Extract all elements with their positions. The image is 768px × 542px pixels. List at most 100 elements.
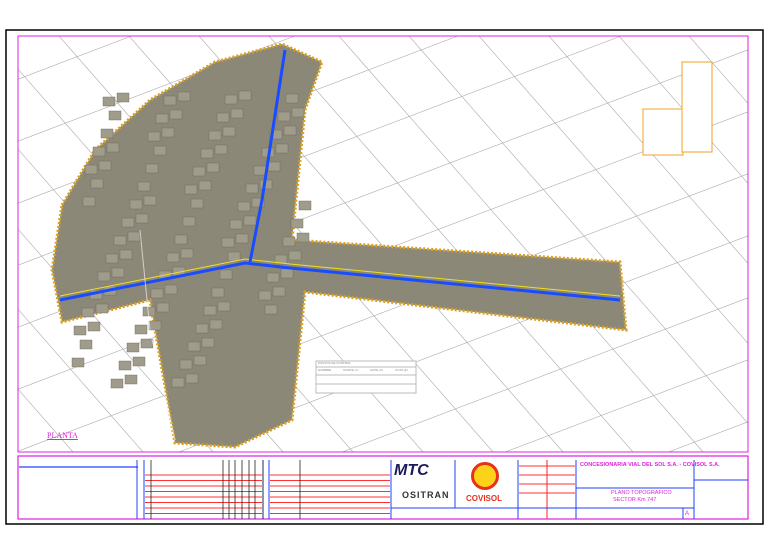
urban-block (132, 356, 146, 367)
urban-block (198, 180, 212, 191)
urban-block (106, 142, 120, 153)
urban-block (108, 110, 122, 121)
urban-block (164, 284, 178, 295)
urban-block (238, 90, 252, 101)
urban-block (124, 374, 138, 385)
urban-block (92, 146, 106, 157)
urban-block (171, 377, 185, 388)
control-table-header: NOMBRE NORTE (Y) ESTE (X) COTA (Z) (318, 368, 408, 372)
urban-block (180, 248, 194, 259)
urban-block (195, 323, 209, 334)
urban-block (282, 236, 296, 247)
urban-block (153, 145, 167, 156)
urban-block (184, 184, 198, 195)
urban-block (208, 130, 222, 141)
urban-block (243, 215, 257, 226)
urban-block (140, 338, 154, 349)
urban-block (227, 251, 241, 262)
grid-line (505, 359, 748, 452)
urban-block (272, 286, 286, 297)
urban-block (118, 360, 132, 371)
urban-block (177, 91, 191, 102)
legend-symbols (681, 61, 713, 153)
urban-block (185, 373, 199, 384)
urban-block (142, 306, 156, 317)
urban-block (275, 143, 289, 154)
urban-block (156, 302, 170, 313)
urban-block (290, 218, 304, 229)
urban-block (90, 178, 104, 189)
urban-block (95, 303, 109, 314)
urban-block (135, 213, 149, 224)
urban-block (166, 252, 180, 263)
urban-block (134, 324, 148, 335)
grid-line (18, 36, 132, 80)
urban-block (87, 321, 101, 332)
urban-block (253, 165, 267, 176)
urban-block (111, 267, 125, 278)
urban-block (169, 109, 183, 120)
drawing-sheet (5, 29, 764, 525)
urban-block (193, 355, 207, 366)
urban-block (150, 288, 164, 299)
covisol-sun-icon (471, 462, 499, 490)
urban-block (222, 126, 236, 137)
urban-block (81, 307, 95, 318)
urban-block (216, 112, 230, 123)
urban-block (296, 232, 310, 243)
urban-block (97, 271, 111, 282)
urban-block (235, 233, 249, 244)
plan-title: PLANO TOPOGRAFICO (611, 490, 672, 496)
urban-block (203, 305, 217, 316)
urban-block (266, 272, 280, 283)
urban-block (201, 337, 215, 348)
urban-block (283, 125, 297, 136)
grid-line (18, 388, 74, 452)
urban-block (137, 181, 151, 192)
ositran-logo: OSITRAN (402, 490, 450, 500)
urban-block (84, 164, 98, 175)
urban-block (182, 216, 196, 227)
control-table-title: PUNTOS DE CONTROL (318, 361, 351, 365)
urban-block (237, 201, 251, 212)
urban-block (224, 94, 238, 105)
urban-block (230, 108, 244, 119)
urban-block (102, 96, 116, 107)
urban-block (209, 319, 223, 330)
urban-block (264, 304, 278, 315)
urban-block (217, 301, 231, 312)
urban-block (258, 290, 272, 301)
urban-block (291, 107, 305, 118)
urban-block (221, 237, 235, 248)
sector-label: SECTOR Km 747 (613, 497, 657, 503)
urban-block (288, 250, 302, 261)
control-points-table (315, 360, 417, 394)
urban-block (126, 342, 140, 353)
urban-block (100, 128, 114, 139)
urban-block (190, 198, 204, 209)
revision-table (145, 460, 575, 519)
urban-block (119, 249, 133, 260)
urban-block (245, 183, 259, 194)
urban-block (79, 339, 93, 350)
urban-block (206, 162, 220, 173)
revision-value: A (685, 511, 690, 517)
urban-block (155, 113, 169, 124)
urban-block (127, 231, 141, 242)
urban-block (145, 163, 159, 174)
company-name: CONCESIONARIA VIAL DEL SOL S.A. - COVISO… (580, 462, 720, 468)
urban-block (285, 93, 299, 104)
urban-block (116, 92, 130, 103)
view-label: PLANTA (47, 431, 78, 440)
urban-block (219, 269, 233, 280)
urban-block (110, 378, 124, 389)
urban-block (280, 268, 294, 279)
urban-block (211, 287, 225, 298)
col-header: COTA (Z) (395, 368, 408, 372)
urban-block (129, 199, 143, 210)
col-header: ESTE (X) (370, 368, 384, 372)
urban-block (148, 320, 162, 331)
urban-block (143, 195, 157, 206)
col-header: NORTE (Y) (343, 368, 359, 372)
urban-block (267, 161, 281, 172)
